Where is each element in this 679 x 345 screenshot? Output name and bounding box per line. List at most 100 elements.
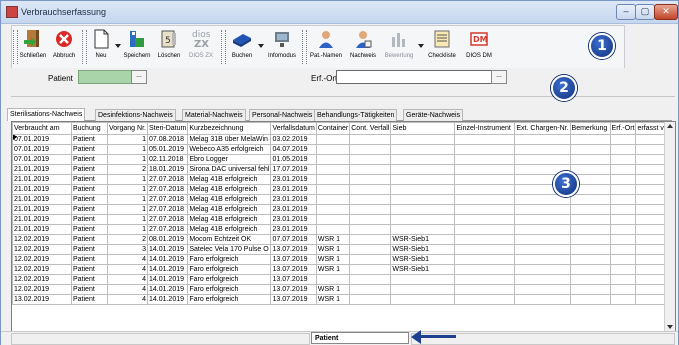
- table-cell[interactable]: [569, 134, 611, 145]
- table-cell[interactable]: Faro erfolgreich: [187, 284, 272, 295]
- table-cell[interactable]: 21.01.2019: [12, 224, 72, 235]
- table-cell[interactable]: 1: [107, 134, 148, 145]
- table-cell[interactable]: [514, 264, 571, 275]
- table-cell[interactable]: 2: [107, 234, 148, 245]
- table-cell[interactable]: 4: [107, 264, 148, 275]
- table-cell[interactable]: [454, 244, 516, 255]
- table-cell[interactable]: WSR 1: [315, 264, 351, 275]
- table-cell[interactable]: [454, 134, 516, 145]
- table-cell[interactable]: 13.07.2019: [270, 254, 317, 265]
- table-cell[interactable]: 03.02.2019: [270, 134, 317, 145]
- table-cell[interactable]: [349, 274, 392, 285]
- table-cell[interactable]: [514, 234, 571, 245]
- table-cell[interactable]: 27.07.2018: [146, 174, 189, 185]
- table-row[interactable]: 07.01.2019 Patient 1 07.08.2018 Melag 31B üb…: [12, 134, 674, 145]
- table-cell[interactable]: [454, 284, 516, 295]
- table-cell[interactable]: [349, 134, 392, 145]
- table-cell[interactable]: 13.07.2019: [270, 294, 317, 305]
- table-cell[interactable]: WSR 1: [315, 244, 351, 255]
- tab-material[interactable]: Material-Nachweis: [182, 109, 246, 121]
- table-cell[interactable]: [569, 274, 611, 285]
- column-header[interactable]: Kurzbezeichnung: [187, 122, 272, 135]
- table-cell[interactable]: 14.01.2019: [146, 264, 189, 275]
- table-cell[interactable]: [349, 144, 392, 155]
- table-cell[interactable]: 14.01.2019: [146, 284, 189, 295]
- table-cell[interactable]: [514, 274, 571, 285]
- table-cell[interactable]: [609, 254, 637, 265]
- table-cell[interactable]: [609, 224, 637, 235]
- table-cell[interactable]: 12.02.2019: [12, 274, 72, 285]
- table-cell[interactable]: [349, 164, 392, 175]
- column-header[interactable]: Bemerkung: [569, 122, 611, 135]
- table-cell[interactable]: 07.01.2019: [12, 154, 72, 165]
- table-cell[interactable]: [514, 144, 571, 155]
- proof-button[interactable]: Nachweis: [347, 28, 379, 66]
- table-cell[interactable]: [569, 144, 611, 155]
- table-cell[interactable]: 1: [107, 184, 148, 195]
- tab-desinfektion[interactable]: Desinfektions-Nachweis: [95, 109, 176, 121]
- table-cell[interactable]: 23.01.2019: [270, 174, 317, 185]
- table-cell[interactable]: 1: [107, 214, 148, 225]
- table-row[interactable]: 07.01.2019 Patient 1 02.11.2018 Ebro Logger 0…: [12, 154, 674, 165]
- patient-field[interactable]: [78, 70, 132, 84]
- table-cell[interactable]: [454, 254, 516, 265]
- table-cell[interactable]: [315, 154, 351, 165]
- table-cell[interactable]: 27.07.2018: [146, 194, 189, 205]
- table-cell[interactable]: 12.02.2019: [12, 244, 72, 255]
- table-cell[interactable]: [315, 224, 351, 235]
- table-cell[interactable]: [454, 154, 516, 165]
- table-cell[interactable]: 23.01.2019: [270, 184, 317, 195]
- table-cell[interactable]: [390, 274, 456, 285]
- table-cell[interactable]: 13.07.2019: [270, 264, 317, 275]
- table-cell[interactable]: [454, 274, 516, 285]
- table-cell[interactable]: [349, 224, 392, 235]
- table-cell[interactable]: [349, 294, 392, 305]
- table-cell[interactable]: Patient: [71, 214, 108, 225]
- table-cell[interactable]: 4: [107, 254, 148, 265]
- table-cell[interactable]: 23.01.2019: [270, 224, 317, 235]
- table-cell[interactable]: [349, 244, 392, 255]
- table-cell[interactable]: Patient: [71, 144, 108, 155]
- table-cell[interactable]: Patient: [71, 264, 108, 275]
- table-row[interactable]: 12.02.2019 Patient 4 14.01.2019 Faro erfolgr…: [12, 254, 674, 265]
- table-cell[interactable]: [315, 204, 351, 215]
- table-cell[interactable]: Mocom Echtzeit OK: [187, 234, 272, 245]
- table-cell[interactable]: 13.07.2019: [270, 244, 317, 255]
- book-button[interactable]: Buchen: [228, 28, 256, 66]
- patient-lookup-button[interactable]: ...: [131, 70, 147, 84]
- table-cell[interactable]: [514, 204, 571, 215]
- table-row[interactable]: 12.02.2019 Patient 3 14.01.2019 Satelec Vela…: [12, 244, 674, 255]
- table-cell[interactable]: [609, 134, 637, 145]
- table-cell[interactable]: Melag 31B über MelaWin: [187, 134, 272, 145]
- column-header[interactable]: Sieb: [390, 122, 456, 135]
- table-cell[interactable]: 17.07.2019: [270, 164, 317, 175]
- table-cell[interactable]: 21.01.2019: [12, 194, 72, 205]
- table-cell[interactable]: 4: [107, 274, 148, 285]
- table-cell[interactable]: 27.07.2018: [146, 214, 189, 225]
- column-header[interactable]: Einzel-Instrument: [454, 122, 516, 135]
- table-cell[interactable]: [349, 204, 392, 215]
- table-cell[interactable]: [390, 174, 456, 185]
- table-cell[interactable]: [514, 254, 571, 265]
- table-cell[interactable]: [315, 194, 351, 205]
- table-cell[interactable]: 13.07.2019: [270, 284, 317, 295]
- table-cell[interactable]: [454, 224, 516, 235]
- table-cell[interactable]: [349, 234, 392, 245]
- table-cell[interactable]: [349, 284, 392, 295]
- table-cell[interactable]: Patient: [71, 224, 108, 235]
- table-cell[interactable]: Patient: [71, 134, 108, 145]
- table-cell[interactable]: [349, 194, 392, 205]
- table-cell[interactable]: [569, 214, 611, 225]
- close-button[interactable]: ✕: [654, 4, 678, 20]
- table-cell[interactable]: 4: [107, 294, 148, 305]
- table-cell[interactable]: Melag 41B erfolgreich: [187, 204, 272, 215]
- erf-ort-field[interactable]: [336, 70, 493, 84]
- table-cell[interactable]: [454, 184, 516, 195]
- table-cell[interactable]: [569, 284, 611, 295]
- table-cell[interactable]: [315, 214, 351, 225]
- table-cell[interactable]: [609, 164, 637, 175]
- table-cell[interactable]: 21.01.2019: [12, 214, 72, 225]
- table-cell[interactable]: [514, 154, 571, 165]
- table-cell[interactable]: Patient: [71, 204, 108, 215]
- table-cell[interactable]: [390, 294, 456, 305]
